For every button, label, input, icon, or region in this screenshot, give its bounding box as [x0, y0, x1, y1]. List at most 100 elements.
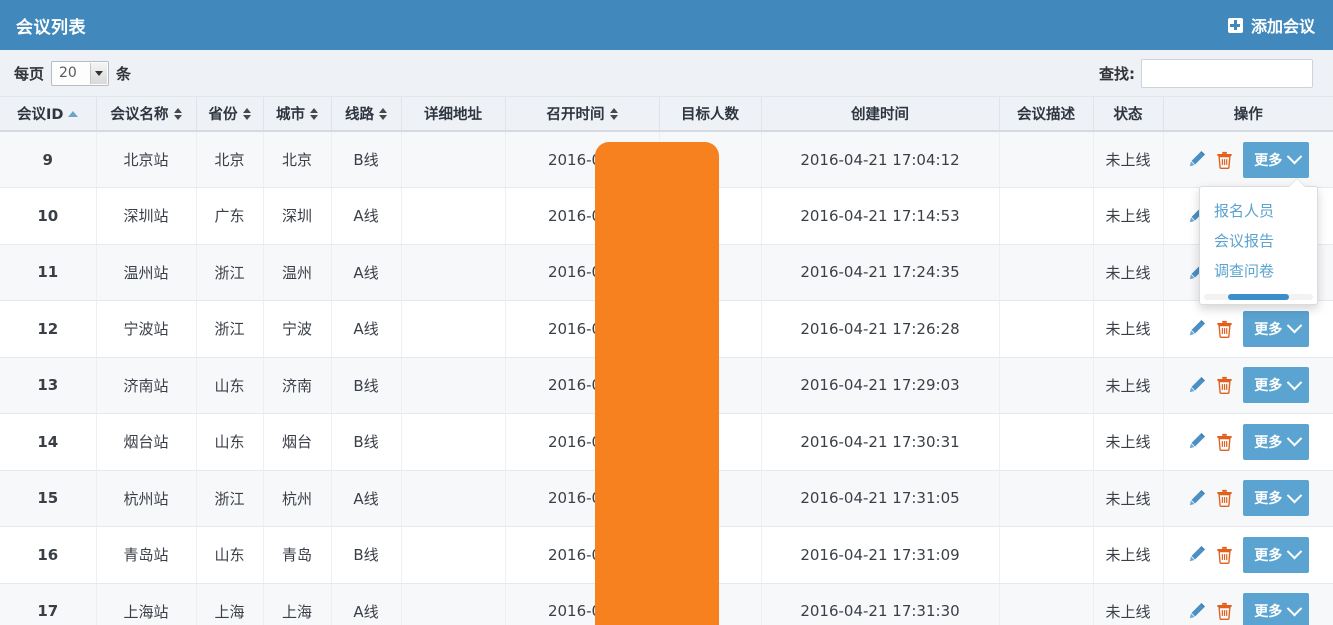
trash-icon[interactable]: [1216, 320, 1233, 338]
column-header-3[interactable]: 城市: [263, 97, 332, 132]
cell-created-time: 2016-04-21 17:31:30: [761, 583, 1000, 625]
cell-actions: 更多: [1163, 470, 1333, 527]
column-header-label: 省份: [208, 107, 238, 123]
column-header-label: 线路: [345, 107, 374, 123]
cell-actions: 更多: [1163, 526, 1333, 584]
more-button[interactable]: 更多: [1243, 480, 1310, 517]
trash-icon[interactable]: [1216, 151, 1233, 169]
cell-status-badge: 未上线: [1093, 526, 1164, 584]
column-header-7[interactable]: 目标人数: [659, 97, 762, 132]
pencil-icon[interactable]: [1187, 319, 1206, 338]
search-input[interactable]: [1141, 58, 1313, 88]
cell-line: B线: [331, 131, 402, 188]
cell-description: [999, 131, 1094, 188]
more-button[interactable]: 更多: [1243, 310, 1310, 347]
cell-description: [999, 357, 1094, 414]
add-meeting-button[interactable]: 添加会议: [1227, 13, 1315, 37]
column-header-5[interactable]: 详细地址: [401, 97, 506, 132]
meeting-list-page: 会议列表 添加会议 每页 20 条 查找: 会议ID 会议名称 省份 城市 线路…: [0, 0, 1333, 625]
page-length-control: 每页 20 条: [14, 60, 131, 86]
dropdown-item-2[interactable]: 调查问卷: [1200, 256, 1317, 286]
cell-province: 山东: [196, 413, 264, 471]
column-header-6[interactable]: 召开时间: [505, 97, 660, 132]
pencil-icon[interactable]: [1187, 545, 1206, 564]
pencil-icon[interactable]: [1187, 489, 1206, 508]
column-header-4[interactable]: 线路: [331, 97, 402, 132]
cell-description: [999, 244, 1094, 301]
sort-toggle-icon[interactable]: [242, 107, 251, 120]
cell-meeting-id: 12: [0, 300, 97, 358]
cell-actions: 更多: [1163, 583, 1333, 625]
row-action-group: 更多: [1169, 367, 1329, 404]
cell-meeting-name: 北京站: [96, 131, 197, 188]
chevron-down-icon: [1286, 600, 1303, 617]
cell-province: 北京: [196, 131, 264, 188]
chevron-down-icon[interactable]: [90, 62, 108, 84]
pencil-icon[interactable]: [1187, 602, 1206, 621]
page-length-prefix: 每页: [14, 64, 45, 83]
cell-city: 深圳: [263, 187, 332, 245]
column-header-label: 会议名称: [110, 107, 169, 123]
column-header-label: 状态: [1113, 107, 1143, 123]
column-header-11[interactable]: 操作: [1163, 97, 1333, 132]
column-header-9[interactable]: 会议描述: [999, 97, 1094, 132]
cell-meeting-id: 10: [0, 187, 97, 245]
pencil-icon[interactable]: [1187, 150, 1206, 169]
cell-meeting-id: 14: [0, 413, 97, 471]
cell-meeting-name: 深圳站: [96, 187, 197, 245]
cell-created-time: 2016-04-21 17:14:53: [761, 187, 1000, 245]
column-header-label: 召开时间: [546, 107, 605, 123]
column-header-label: 会议描述: [1017, 107, 1075, 123]
table-toolbar: 每页 20 条 查找:: [0, 50, 1333, 97]
search-control: 查找:: [1099, 58, 1313, 88]
more-button[interactable]: 更多: [1243, 141, 1310, 178]
dropdown-scrollbar-thumb[interactable]: [1227, 294, 1289, 300]
sort-toggle-icon[interactable]: [609, 107, 618, 120]
sort-ascending-icon[interactable]: [68, 110, 79, 117]
pencil-icon[interactable]: [1187, 432, 1206, 451]
more-button-label: 更多: [1254, 378, 1283, 395]
column-header-label: 城市: [276, 107, 305, 123]
row-action-group: 更多: [1169, 593, 1329, 625]
trash-icon[interactable]: [1216, 602, 1233, 621]
column-header-0[interactable]: 会议ID: [0, 97, 97, 132]
row-action-group: 更多: [1169, 536, 1329, 573]
column-header-1[interactable]: 会议名称: [96, 97, 197, 132]
dropdown-scrollbar[interactable]: [1204, 294, 1313, 300]
more-button[interactable]: 更多: [1243, 423, 1310, 460]
sort-toggle-icon[interactable]: [173, 107, 182, 120]
dropdown-item-1[interactable]: 会议报告: [1200, 226, 1317, 256]
pencil-icon[interactable]: [1187, 376, 1206, 395]
trash-icon[interactable]: [1216, 489, 1233, 508]
column-header-10[interactable]: 状态: [1093, 97, 1164, 132]
page-length-select[interactable]: 20: [51, 60, 110, 86]
more-button-label: 更多: [1254, 547, 1283, 564]
cell-line: A线: [331, 244, 402, 301]
cell-meeting-name: 杭州站: [96, 470, 197, 527]
cell-created-time: 2016-04-21 17:31:05: [761, 470, 1000, 527]
cell-meeting-id: 9: [0, 131, 97, 188]
search-label: 查找:: [1099, 64, 1135, 83]
column-header-label: 目标人数: [681, 107, 739, 123]
cell-city: 温州: [263, 244, 332, 301]
cell-province: 上海: [196, 583, 264, 625]
cell-province: 浙江: [196, 244, 264, 301]
more-button[interactable]: 更多: [1243, 536, 1310, 573]
sort-toggle-icon[interactable]: [379, 107, 387, 120]
column-header-2[interactable]: 省份: [196, 97, 264, 132]
page-length-value: 20: [59, 65, 77, 81]
column-header-8[interactable]: 创建时间: [761, 97, 1000, 132]
trash-icon[interactable]: [1216, 433, 1233, 451]
cell-status-badge: 未上线: [1093, 413, 1164, 471]
dropdown-item-0[interactable]: 报名人员: [1200, 196, 1317, 226]
more-button[interactable]: 更多: [1243, 367, 1310, 404]
trash-icon[interactable]: [1216, 376, 1233, 395]
more-button-label: 更多: [1254, 491, 1283, 508]
chevron-down-icon: [1286, 148, 1303, 165]
more-button[interactable]: 更多: [1243, 593, 1310, 625]
cell-province: 山东: [196, 357, 264, 414]
cell-created-time: 2016-04-21 17:24:35: [761, 244, 1000, 301]
trash-icon[interactable]: [1216, 546, 1233, 564]
sort-toggle-icon[interactable]: [310, 107, 318, 120]
cell-address: [401, 131, 506, 188]
